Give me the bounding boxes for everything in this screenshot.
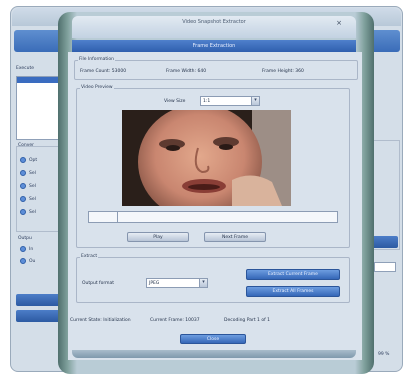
view-size-value: 1:1 bbox=[203, 99, 211, 104]
seek-track[interactable] bbox=[88, 211, 338, 223]
background-radio-label: Sel bbox=[29, 197, 36, 202]
background-radio[interactable] bbox=[20, 209, 26, 215]
seek-position[interactable] bbox=[88, 212, 118, 222]
view-size-label-text: View Size bbox=[164, 99, 186, 104]
output-format-label: Output format bbox=[82, 281, 115, 286]
view-size-dropdown[interactable]: 1:1 ▾ bbox=[200, 96, 260, 106]
background-radio[interactable] bbox=[20, 157, 26, 163]
close-button[interactable]: Close bbox=[180, 334, 246, 344]
background-radio[interactable] bbox=[20, 183, 26, 189]
video-frame bbox=[122, 110, 291, 206]
extract-legend: Extract bbox=[80, 254, 99, 259]
frame-height-label: Frame Height: 360 bbox=[262, 69, 304, 74]
background-file-list-selected-row[interactable] bbox=[17, 77, 63, 83]
output-format-dropdown[interactable]: JPEG ▾ bbox=[146, 278, 208, 288]
file-information-legend: File Information bbox=[78, 57, 116, 62]
background-right-panel bbox=[370, 140, 400, 250]
chevron-down-icon: ▾ bbox=[251, 97, 259, 105]
background-radio-label: Opt bbox=[29, 158, 38, 163]
background-header-label: Execute bbox=[16, 66, 34, 71]
background-radio-label: In bbox=[29, 247, 34, 252]
background-right-button[interactable] bbox=[372, 236, 398, 248]
background-button[interactable] bbox=[16, 310, 62, 322]
extract-all-frames-button[interactable]: Extract All Frames bbox=[246, 286, 340, 297]
background-radio-label: Ou bbox=[29, 259, 36, 264]
frame-count-label: Frame Count: 53000 bbox=[80, 69, 127, 74]
frame-width-label: Frame Width: 640 bbox=[166, 69, 207, 74]
play-button[interactable]: Play bbox=[127, 232, 189, 242]
dialog-header-label: Frame Extraction bbox=[192, 43, 236, 49]
decoding-status: Decoding Part 1 of 1 bbox=[224, 318, 270, 323]
background-radio-label: Sel bbox=[29, 171, 36, 176]
background-group-label: Conver bbox=[18, 143, 35, 148]
extract-all-frames-label: Extract All Frames bbox=[272, 289, 314, 294]
background-right-label: 99 % bbox=[378, 352, 390, 357]
background-radio[interactable] bbox=[20, 196, 26, 202]
background-radio-label: Sel bbox=[29, 184, 36, 189]
background-right-input[interactable] bbox=[374, 262, 396, 272]
close-button-label: Close bbox=[206, 337, 220, 342]
face-image bbox=[122, 110, 291, 206]
background-file-list[interactable] bbox=[16, 76, 64, 140]
current-frame-status: Current Frame: 10037 bbox=[150, 318, 200, 323]
background-header-band-right bbox=[370, 30, 400, 52]
dialog-title: Video Snapshot Extractor bbox=[182, 19, 246, 25]
background-radio[interactable] bbox=[20, 246, 26, 252]
video-preview-legend: Video Preview bbox=[80, 85, 114, 90]
background-radio-label: Sel bbox=[29, 210, 36, 215]
next-frame-button[interactable]: Next Frame bbox=[204, 232, 266, 242]
dialog-bottom-bar bbox=[72, 350, 356, 358]
background-radio[interactable] bbox=[20, 258, 26, 264]
extract-current-frame-button[interactable]: Extract Current Frame bbox=[246, 269, 340, 280]
next-frame-button-label: Next Frame bbox=[222, 235, 248, 240]
close-icon[interactable]: × bbox=[334, 19, 344, 27]
background-radio[interactable] bbox=[20, 170, 26, 176]
output-format-value: JPEG bbox=[149, 281, 160, 286]
background-output-label: Outpu bbox=[18, 236, 32, 241]
current-state-status: Current State: Initialization bbox=[70, 318, 131, 323]
extract-current-frame-label: Extract Current Frame bbox=[268, 272, 318, 277]
background-button[interactable] bbox=[16, 294, 62, 306]
play-button-label: Play bbox=[153, 235, 163, 240]
chevron-down-icon: ▾ bbox=[199, 279, 207, 287]
